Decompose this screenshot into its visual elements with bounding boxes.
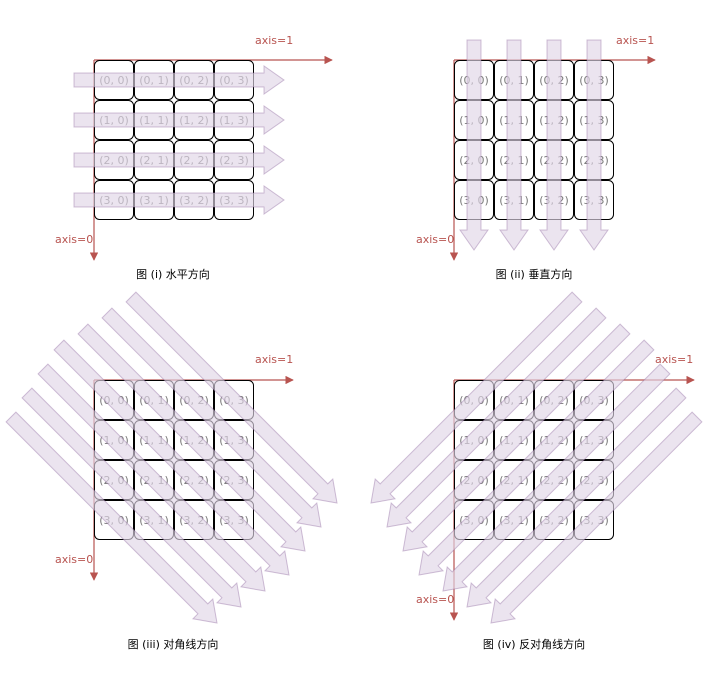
panel-caption: 图 (iii) 对角线方向	[128, 637, 219, 651]
array-direction-diagram: axis=1axis=0(0, 0)(0, 1)(0, 2)(0, 3)(1, …	[5, 34, 703, 651]
axis1-label: axis=1	[616, 34, 654, 47]
panel-diagonal: axis=1axis=0(0, 0)(0, 1)(0, 2)(0, 3)(1, …	[5, 291, 338, 651]
panel-horizontal: axis=1axis=0(0, 0)(0, 1)(0, 2)(0, 3)(1, …	[55, 34, 333, 281]
panel-caption: 图 (i) 水平方向	[136, 267, 210, 281]
panel-anti-diagonal: axis=1axis=0(0, 0)(0, 1)(0, 2)(0, 3)(1, …	[370, 291, 703, 651]
axis1-label: axis=1	[255, 34, 293, 47]
axis0-label: axis=0	[416, 233, 454, 246]
axis0-label: axis=0	[55, 553, 93, 566]
axis0-label: axis=0	[416, 593, 454, 606]
direction-arrows	[370, 291, 703, 624]
panel-caption: 图 (ii) 垂直方向	[496, 267, 573, 281]
axis1-label: axis=1	[255, 353, 293, 366]
panel-caption: 图 (iv) 反对角线方向	[483, 637, 585, 651]
direction-arrows	[5, 291, 338, 624]
panel-vertical: axis=1axis=0(0, 0)(0, 1)(0, 2)(0, 3)(1, …	[416, 34, 656, 281]
axis0-label: axis=0	[55, 233, 93, 246]
